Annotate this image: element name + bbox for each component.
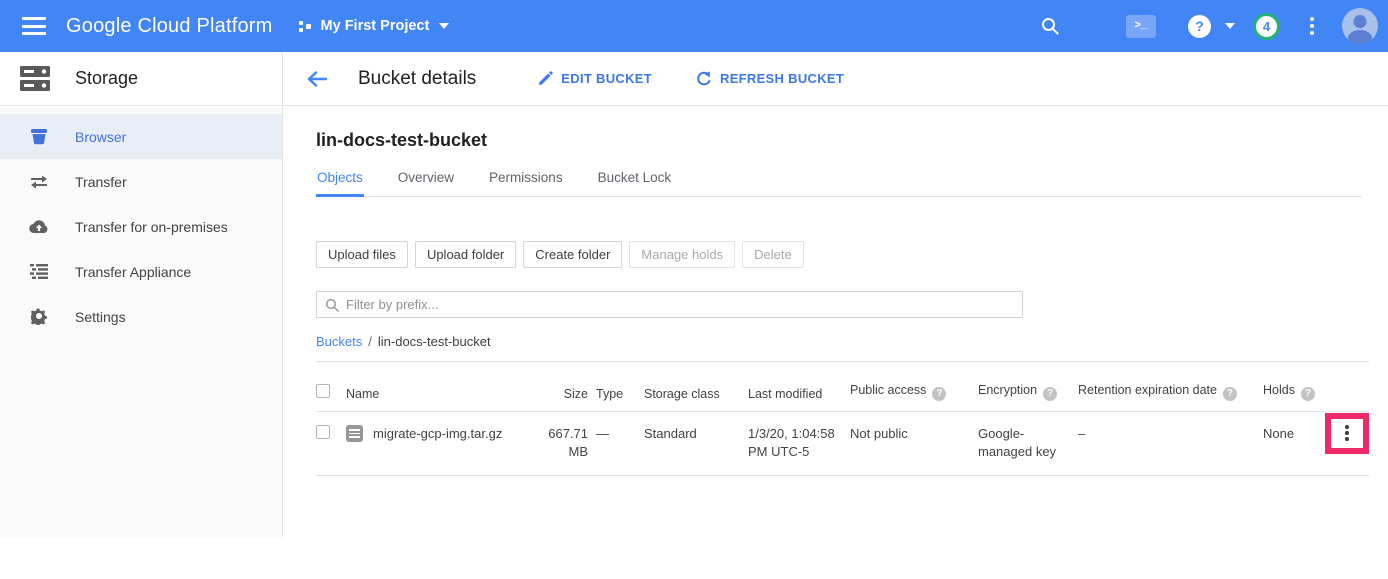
product-title: Storage [75, 68, 138, 89]
bucket-icon [28, 128, 50, 145]
tab-bucket-lock[interactable]: Bucket Lock [597, 164, 673, 196]
page-header: Bucket details EDIT BUCKET REFRESH BUCKE… [283, 52, 1388, 105]
back-arrow-icon[interactable] [306, 70, 328, 88]
sidebar-item-label: Settings [75, 309, 126, 325]
menu-icon[interactable] [22, 17, 46, 35]
cell-retention: – [1078, 411, 1263, 475]
cell-holds: None [1263, 411, 1325, 475]
sidebar-item-label: Transfer [75, 174, 127, 190]
help-icon[interactable]: ? [932, 387, 946, 401]
column-header-retention: Retention expiration date? [1078, 362, 1263, 412]
cell-storage-class: Standard [644, 411, 748, 475]
sidebar-item-transfer-on-premises[interactable]: Transfer for on-premises [0, 204, 282, 249]
sidebar-item-transfer-appliance[interactable]: Transfer Appliance [0, 249, 282, 294]
table-row: migrate-gcp-img.tar.gz 667.71 MB — Stand… [316, 411, 1369, 475]
pencil-icon [538, 71, 553, 86]
sidebar-item-browser[interactable]: Browser [0, 114, 282, 159]
chevron-down-icon [439, 23, 449, 29]
refresh-bucket-label: REFRESH BUCKET [720, 71, 844, 86]
help-icon[interactable]: ? [1223, 387, 1237, 401]
column-header-storage-class: Storage class [644, 362, 748, 412]
column-header-type: Type [596, 362, 644, 412]
manage-holds-button[interactable]: Manage holds [629, 241, 735, 268]
filter-by-prefix-box [316, 291, 1023, 318]
filter-prefix-input[interactable] [346, 297, 1014, 312]
bucket-name-title: lin-docs-test-bucket [316, 130, 1362, 151]
cell-type: — [596, 411, 644, 475]
top-app-bar: Google Cloud Platform My First Project >… [0, 0, 1388, 52]
gcp-console: Google Cloud Platform My First Project >… [0, 0, 1388, 579]
sidebar-item-label: Transfer Appliance [75, 264, 191, 280]
sidebar-item-label: Browser [75, 129, 126, 145]
appliance-icon [28, 264, 50, 279]
help-icon[interactable]: ? [1301, 387, 1315, 401]
more-options-icon[interactable] [1306, 13, 1318, 39]
breadcrumb-separator: / [368, 334, 372, 349]
product-header: Storage [0, 52, 283, 105]
refresh-icon [696, 71, 712, 87]
cell-last-modified: 1/3/20, 1:04:58 PM UTC-5 [748, 411, 850, 475]
tab-objects[interactable]: Objects [316, 164, 364, 197]
file-icon [346, 425, 363, 442]
upload-files-button[interactable]: Upload files [316, 241, 408, 268]
breadcrumb-buckets-link[interactable]: Buckets [316, 334, 362, 349]
help-icon[interactable]: ? [1043, 387, 1057, 401]
upload-folder-button[interactable]: Upload folder [415, 241, 516, 268]
refresh-bucket-button[interactable]: REFRESH BUCKET [696, 71, 844, 87]
column-header-encryption: Encryption? [978, 362, 1078, 412]
object-name-link[interactable]: migrate-gcp-img.tar.gz [373, 425, 502, 443]
objects-table: Name Size Type Storage class Last modifi… [316, 361, 1369, 476]
transfer-arrows-icon [28, 175, 50, 189]
row-actions-menu-icon[interactable] [1342, 422, 1352, 444]
annotation-highlight [1325, 413, 1369, 454]
cell-size: 667.71 MB [536, 411, 596, 475]
breadcrumb: Buckets / lin-docs-test-bucket [316, 334, 1362, 349]
notifications-badge[interactable]: 4 [1253, 13, 1280, 40]
bucket-details-panel: lin-docs-test-bucket Objects Overview Pe… [284, 107, 1388, 579]
project-icon [299, 19, 313, 33]
gear-icon [28, 308, 50, 325]
project-switcher[interactable]: My First Project [299, 18, 450, 34]
column-header-name: Name [346, 362, 536, 412]
column-header-holds: Holds? [1263, 362, 1325, 412]
search-icon[interactable] [1040, 16, 1060, 36]
search-icon [325, 298, 339, 312]
sidebar: Browser Transfer Transfer for on-premise… [0, 107, 283, 537]
row-checkbox[interactable] [316, 425, 330, 439]
brand-logo[interactable]: Google Cloud Platform [66, 15, 273, 38]
column-header-public-access: Public access? [850, 362, 978, 412]
select-all-checkbox[interactable] [316, 384, 330, 398]
delete-button[interactable]: Delete [742, 241, 804, 268]
object-toolbar: Upload files Upload folder Create folder… [316, 241, 1362, 268]
cell-encryption: Google-managed key [978, 411, 1078, 475]
project-name: My First Project [321, 18, 430, 34]
chevron-down-icon[interactable] [1225, 23, 1235, 29]
sidebar-item-settings[interactable]: Settings [0, 294, 282, 339]
tab-permissions[interactable]: Permissions [488, 164, 564, 196]
bucket-tabs: Objects Overview Permissions Bucket Lock [316, 164, 1362, 197]
cloud-upload-icon [28, 220, 50, 234]
page-title: Bucket details [358, 68, 476, 90]
sidebar-item-label: Transfer for on-premises [75, 219, 228, 235]
edit-bucket-label: EDIT BUCKET [561, 71, 652, 86]
column-header-size: Size [536, 362, 596, 412]
avatar[interactable] [1342, 8, 1378, 44]
storage-product-icon [20, 66, 50, 92]
breadcrumb-current: lin-docs-test-bucket [378, 334, 491, 349]
cloud-shell-icon[interactable]: >_ [1126, 15, 1156, 38]
sidebar-item-transfer[interactable]: Transfer [0, 159, 282, 204]
help-icon[interactable]: ? [1188, 15, 1211, 38]
section-header-row: Storage Bucket details EDIT BUCKET REFRE… [0, 52, 1388, 106]
table-header-row: Name Size Type Storage class Last modifi… [316, 362, 1369, 412]
tab-overview[interactable]: Overview [397, 164, 455, 196]
create-folder-button[interactable]: Create folder [523, 241, 622, 268]
column-header-last-modified: Last modified [748, 362, 850, 412]
cell-public-access: Not public [850, 411, 978, 475]
edit-bucket-button[interactable]: EDIT BUCKET [538, 71, 652, 86]
